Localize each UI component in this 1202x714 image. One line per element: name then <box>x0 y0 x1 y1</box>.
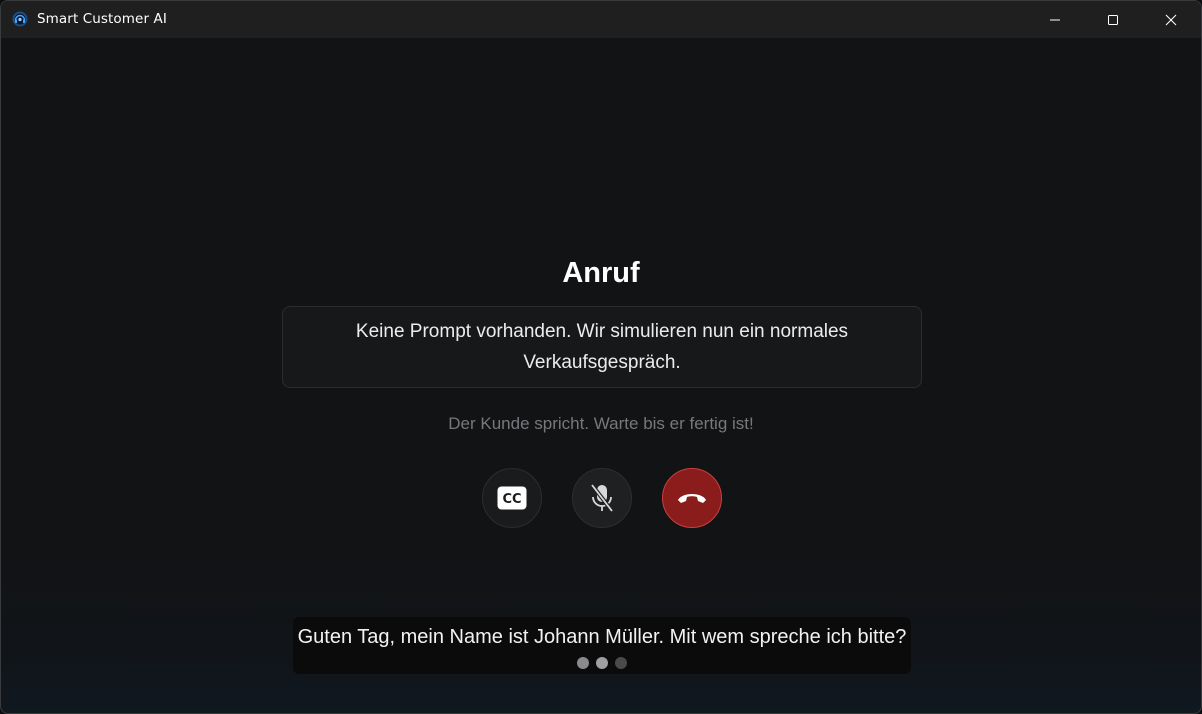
hang-up-phone-icon <box>678 494 706 503</box>
minimize-icon <box>1050 19 1060 20</box>
microphone-button[interactable] <box>572 468 632 528</box>
minimize-button[interactable] <box>1026 1 1084 38</box>
close-icon <box>1165 14 1177 25</box>
title-bar[interactable]: Smart Customer AI <box>1 1 1201 38</box>
headset-app-icon <box>12 11 28 27</box>
call-heading: Anruf <box>562 257 640 289</box>
typing-indicator <box>293 657 911 669</box>
live-subtitle-box: Guten Tag, mein Name ist Johann Müller. … <box>293 617 911 674</box>
prompt-message: Keine Prompt vorhanden. Wir simulieren n… <box>355 321 849 373</box>
svg-text:CC: CC <box>502 492 521 507</box>
typing-dot <box>596 657 608 669</box>
microphone-muted-icon <box>590 483 614 513</box>
prompt-message-box: Keine Prompt vorhanden. Wir simulieren n… <box>282 306 922 388</box>
close-button[interactable] <box>1142 1 1200 38</box>
typing-dot <box>577 657 589 669</box>
app-window: Smart Customer AI Anruf Keine Prompt vor… <box>0 0 1202 714</box>
captions-button[interactable]: CC <box>482 468 542 528</box>
closed-captions-icon: CC <box>497 486 527 510</box>
maximize-icon <box>1108 14 1118 25</box>
live-subtitle-text: Guten Tag, mein Name ist Johann Müller. … <box>297 626 907 648</box>
window-title: Smart Customer AI <box>37 11 167 27</box>
hang-up-button[interactable] <box>662 468 722 528</box>
maximize-button[interactable] <box>1084 1 1142 38</box>
typing-dot <box>615 657 627 669</box>
call-status: Der Kunde spricht. Warte bis er fertig i… <box>448 414 754 433</box>
